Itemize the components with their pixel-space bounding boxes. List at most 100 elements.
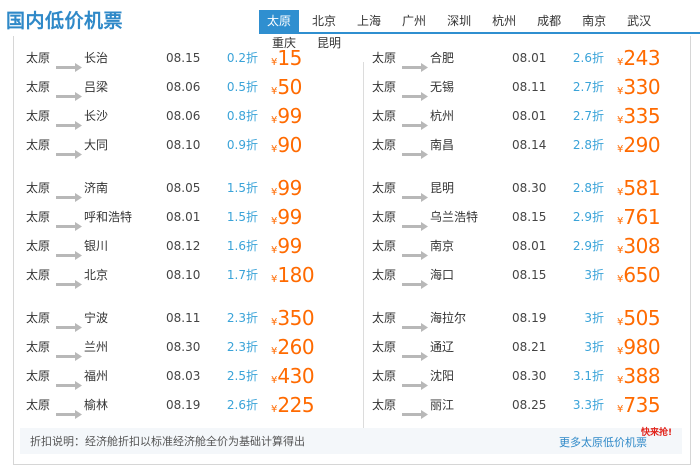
price[interactable]: ¥735 (617, 391, 661, 420)
tab-city[interactable]: 北京 (304, 10, 344, 32)
price[interactable]: ¥335 (617, 102, 661, 131)
origin-city[interactable]: 太原 (26, 261, 56, 290)
destination-city[interactable]: 榆林 (84, 391, 108, 420)
price-amount[interactable]: 99 (277, 205, 302, 229)
flight-row[interactable]: 太原 通辽 08.21 3折 ¥980 (372, 333, 700, 362)
origin-city[interactable]: 太原 (26, 304, 56, 333)
origin-city[interactable]: 太原 (372, 203, 402, 232)
origin-city[interactable]: 太原 (26, 232, 56, 261)
origin-city[interactable]: 太原 (26, 203, 56, 232)
price-amount[interactable]: 350 (277, 306, 314, 330)
destination-city[interactable]: 丽江 (430, 391, 454, 420)
destination-city[interactable]: 杭州 (430, 102, 454, 131)
destination-city[interactable]: 福州 (84, 362, 108, 391)
price[interactable]: ¥243 (617, 44, 661, 73)
price-amount[interactable]: 99 (277, 176, 302, 200)
price[interactable]: ¥15 (271, 44, 302, 73)
origin-city[interactable]: 太原 (26, 362, 56, 391)
price-amount[interactable]: 308 (623, 234, 660, 258)
origin-city[interactable]: 太原 (372, 333, 402, 362)
price[interactable]: ¥350 (271, 304, 315, 333)
price[interactable]: ¥581 (617, 174, 661, 203)
destination-city[interactable]: 昆明 (430, 174, 454, 203)
price-amount[interactable]: 225 (277, 393, 314, 417)
destination-city[interactable]: 兰州 (84, 333, 108, 362)
flight-row[interactable]: 太原 合肥 08.01 2.6折 ¥243 (372, 44, 700, 73)
destination-city[interactable]: 吕梁 (84, 73, 108, 102)
origin-city[interactable]: 太原 (26, 102, 56, 131)
price-amount[interactable]: 99 (277, 104, 302, 128)
origin-city[interactable]: 太原 (372, 232, 402, 261)
price-amount[interactable]: 50 (277, 75, 302, 99)
destination-city[interactable]: 合肥 (430, 44, 454, 73)
price-amount[interactable]: 650 (623, 263, 660, 287)
price[interactable]: ¥90 (271, 131, 302, 160)
flight-row[interactable]: 太原 兰州 08.30 2.3折 ¥260 (26, 333, 356, 362)
origin-city[interactable]: 太原 (26, 73, 56, 102)
price-amount[interactable]: 761 (623, 205, 660, 229)
price-amount[interactable]: 243 (623, 46, 660, 70)
tab-city[interactable]: 杭州 (484, 10, 524, 32)
destination-city[interactable]: 南京 (430, 232, 454, 261)
flight-row[interactable]: 太原 南京 08.01 2.9折 ¥308 (372, 232, 700, 261)
flight-row[interactable]: 太原 吕梁 08.06 0.5折 ¥50 (26, 73, 356, 102)
price-amount[interactable]: 15 (277, 46, 302, 70)
price[interactable]: ¥50 (271, 73, 302, 102)
origin-city[interactable]: 太原 (372, 304, 402, 333)
price-amount[interactable]: 430 (277, 364, 314, 388)
price[interactable]: ¥99 (271, 174, 302, 203)
price[interactable]: ¥761 (617, 203, 661, 232)
price[interactable]: ¥505 (617, 304, 661, 333)
flight-row[interactable]: 太原 呼和浩特 08.01 1.5折 ¥99 (26, 203, 356, 232)
price[interactable]: ¥980 (617, 333, 661, 362)
flight-row[interactable]: 太原 丽江 08.25 3.3折 ¥735 (372, 391, 700, 420)
origin-city[interactable]: 太原 (372, 391, 402, 420)
origin-city[interactable]: 太原 (372, 174, 402, 203)
tab-city[interactable]: 太原 (259, 10, 300, 32)
origin-city[interactable]: 太原 (372, 131, 402, 160)
tab-city[interactable]: 上海 (349, 10, 389, 32)
destination-city[interactable]: 无锡 (430, 73, 454, 102)
flight-row[interactable]: 太原 乌兰浩特 08.15 2.9折 ¥761 (372, 203, 700, 232)
price[interactable]: ¥308 (617, 232, 661, 261)
flight-row[interactable]: 太原 沈阳 08.30 3.1折 ¥388 (372, 362, 700, 391)
price-amount[interactable]: 581 (623, 176, 660, 200)
destination-city[interactable]: 大同 (84, 131, 108, 160)
destination-city[interactable]: 沈阳 (430, 362, 454, 391)
price-amount[interactable]: 330 (623, 75, 660, 99)
destination-city[interactable]: 济南 (84, 174, 108, 203)
flight-row[interactable]: 太原 长治 08.15 0.2折 ¥15 (26, 44, 356, 73)
flight-row[interactable]: 太原 宁波 08.11 2.3折 ¥350 (26, 304, 356, 333)
flight-row[interactable]: 太原 福州 08.03 2.5折 ¥430 (26, 362, 356, 391)
destination-city[interactable]: 北京 (84, 261, 108, 290)
price[interactable]: ¥388 (617, 362, 661, 391)
origin-city[interactable]: 太原 (372, 362, 402, 391)
flight-row[interactable]: 太原 昆明 08.30 2.8折 ¥581 (372, 174, 700, 203)
price-amount[interactable]: 260 (277, 335, 314, 359)
price-amount[interactable]: 99 (277, 234, 302, 258)
tab-city[interactable]: 深圳 (439, 10, 479, 32)
price[interactable]: ¥99 (271, 203, 302, 232)
flight-row[interactable]: 太原 杭州 08.01 2.7折 ¥335 (372, 102, 700, 131)
destination-city[interactable]: 呼和浩特 (84, 203, 132, 232)
flight-row[interactable]: 太原 海拉尔 08.19 3折 ¥505 (372, 304, 700, 333)
tab-city[interactable]: 广州 (394, 10, 434, 32)
destination-city[interactable]: 长治 (84, 44, 108, 73)
flight-row[interactable]: 太原 大同 08.10 0.9折 ¥90 (26, 131, 356, 160)
flight-row[interactable]: 太原 济南 08.05 1.5折 ¥99 (26, 174, 356, 203)
price-amount[interactable]: 388 (623, 364, 660, 388)
price[interactable]: ¥260 (271, 333, 315, 362)
price[interactable]: ¥99 (271, 232, 302, 261)
destination-city[interactable]: 海拉尔 (430, 304, 466, 333)
origin-city[interactable]: 太原 (26, 44, 56, 73)
destination-city[interactable]: 银川 (84, 232, 108, 261)
price-amount[interactable]: 90 (277, 133, 302, 157)
origin-city[interactable]: 太原 (26, 391, 56, 420)
price-amount[interactable]: 290 (623, 133, 660, 157)
origin-city[interactable]: 太原 (372, 44, 402, 73)
origin-city[interactable]: 太原 (26, 131, 56, 160)
destination-city[interactable]: 通辽 (430, 333, 454, 362)
price-amount[interactable]: 980 (623, 335, 660, 359)
price[interactable]: ¥290 (617, 131, 661, 160)
more-flights-link[interactable]: 更多太原低价机票 (559, 434, 647, 450)
